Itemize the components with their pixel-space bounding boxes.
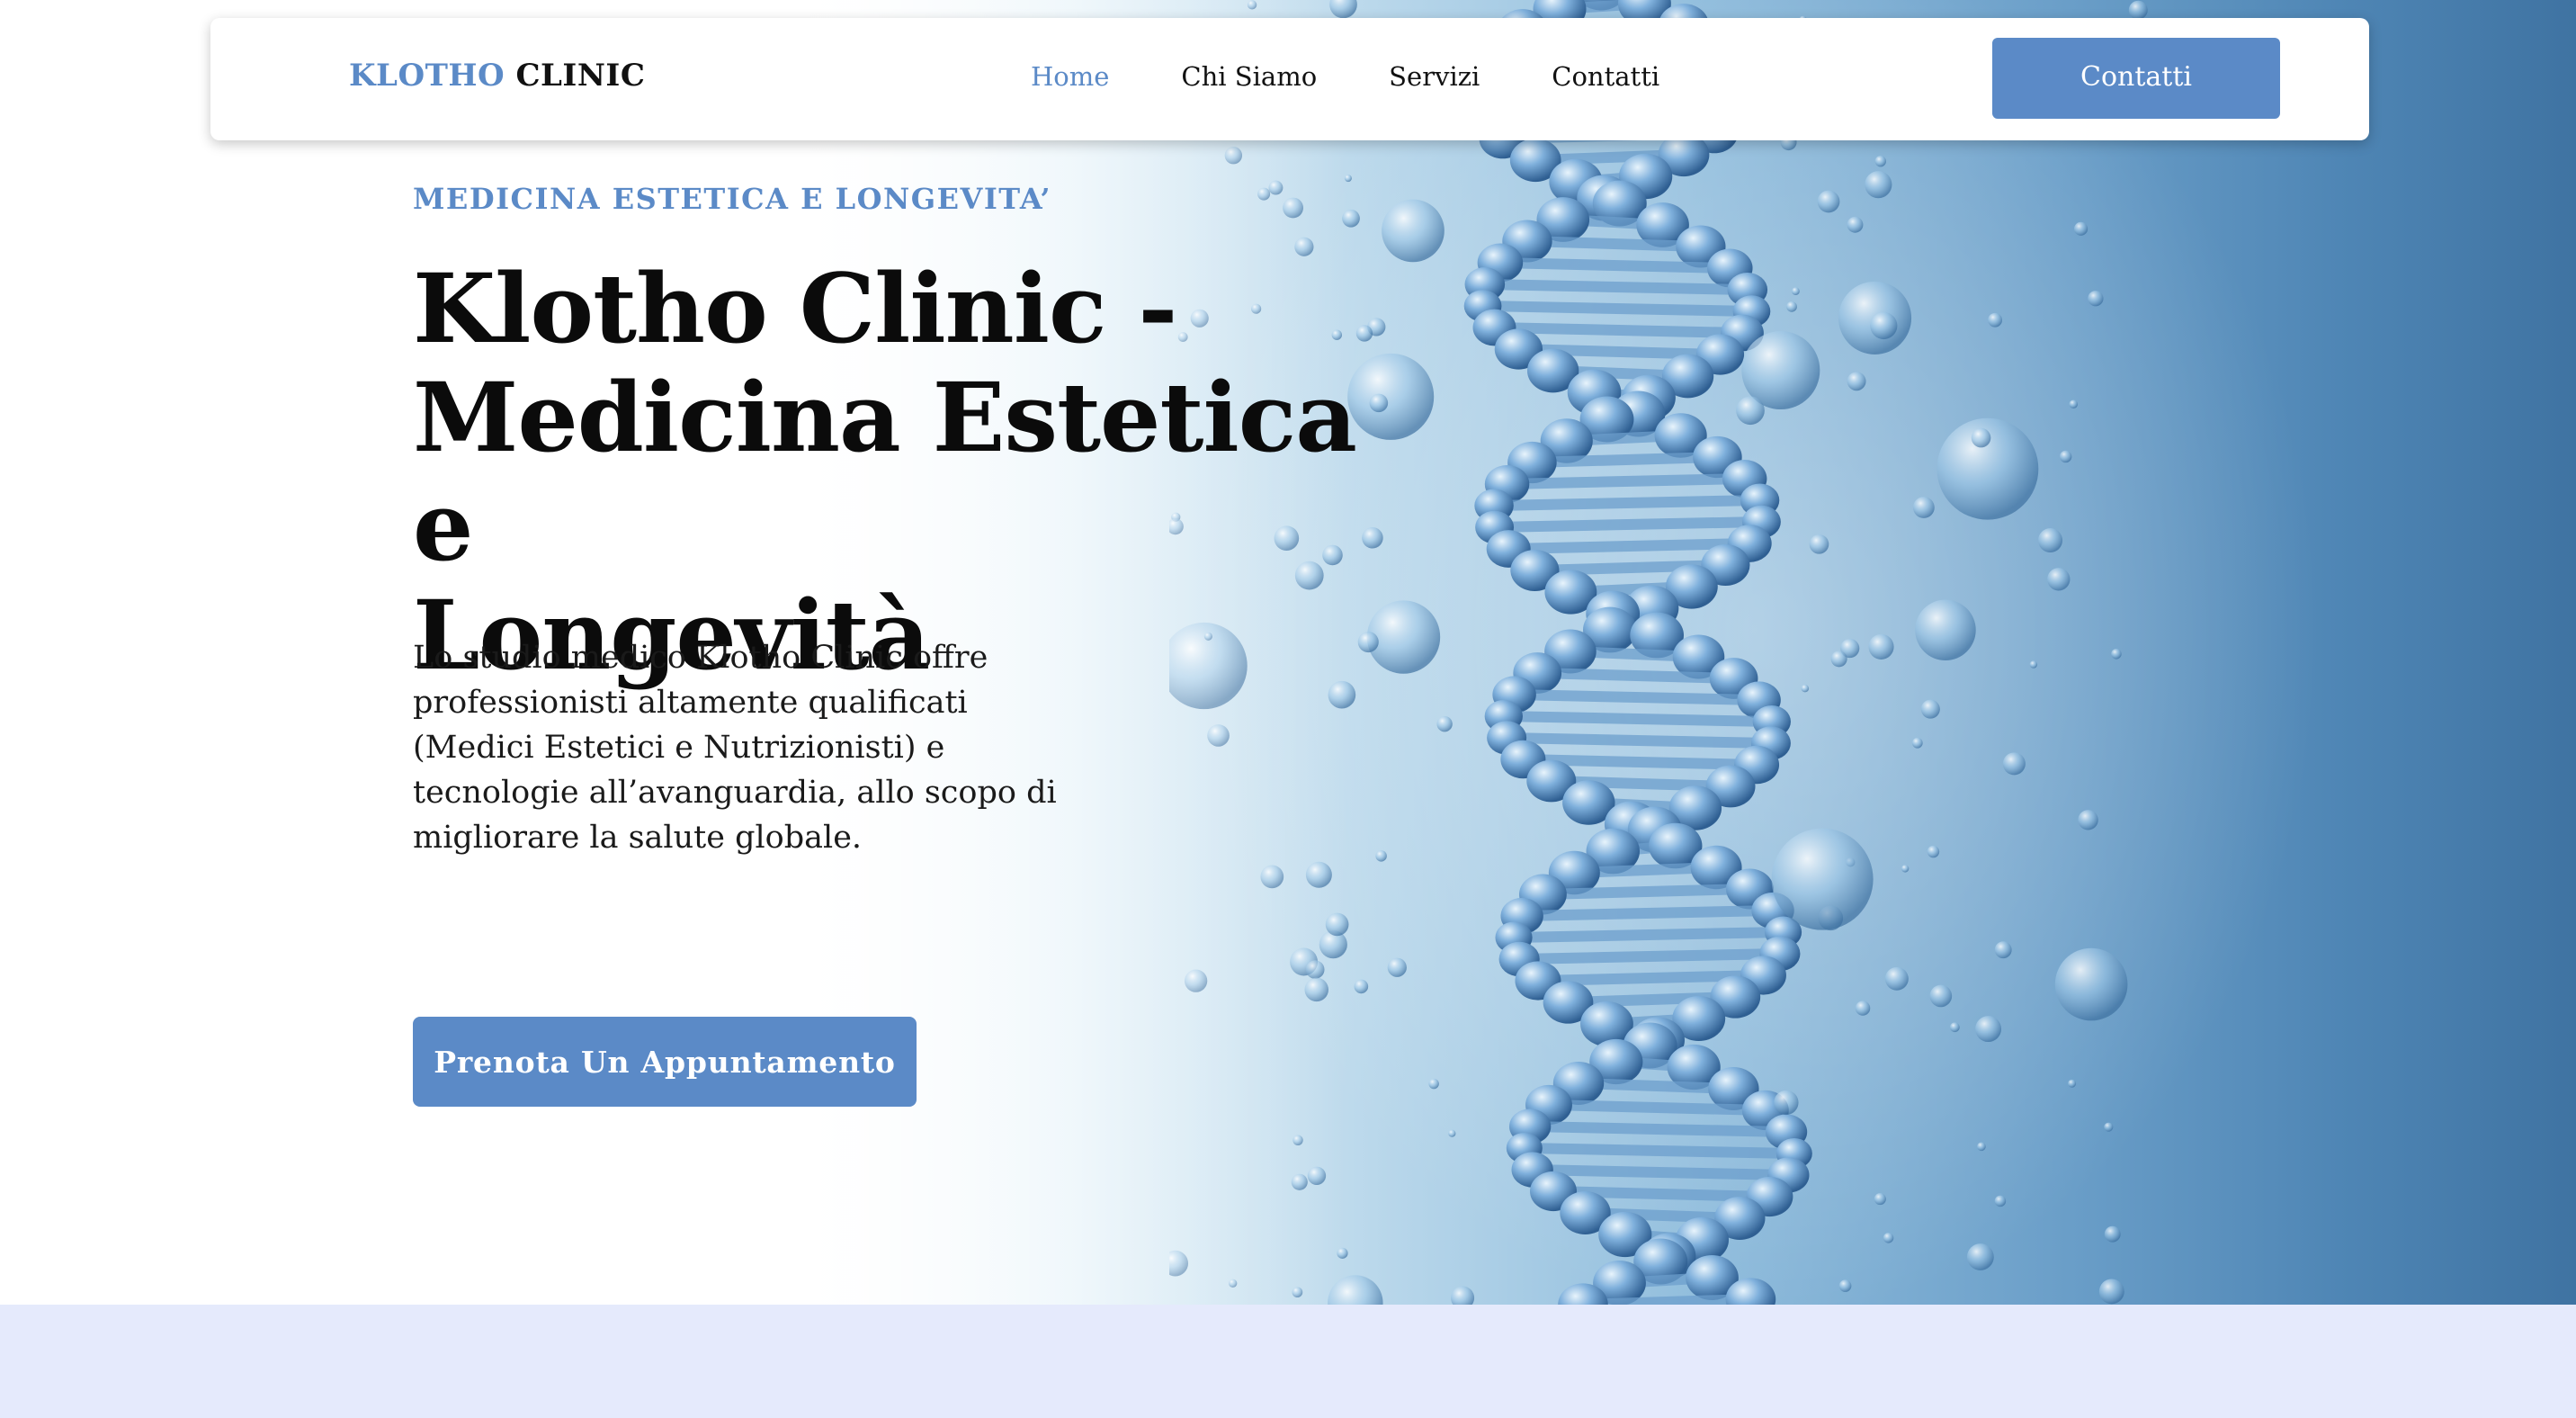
next-section-band [0, 1305, 2576, 1418]
hero-headline-line2: Medicina Estetica e [413, 361, 1357, 582]
hero-eyebrow: MEDICINA ESTETICA E LONGEVITA’ [413, 182, 1052, 216]
top-navbar: KLOTHO CLINIC Home Chi Siamo Servizi Con… [210, 18, 2369, 140]
nav-link-contatti[interactable]: Contatti [1552, 61, 1659, 92]
book-appointment-button[interactable]: Prenota Un Appuntamento [413, 1017, 917, 1107]
nav-link-chi-siamo[interactable]: Chi Siamo [1181, 61, 1317, 92]
logo-word-klotho: KLOTHO [349, 58, 505, 94]
nav-link-servizi[interactable]: Servizi [1389, 61, 1480, 92]
logo-word-clinic: CLINIC [515, 58, 646, 94]
contact-button[interactable]: Contatti [1992, 38, 2280, 119]
hero-headline: Klotho Clinic - Medicina Estetica e Long… [413, 254, 1402, 689]
hero-section: MEDICINA ESTETICA E LONGEVITA’ Klotho Cl… [0, 0, 2576, 1305]
hero-intro-text: Lo studio medico Klotho Clinic offre pro… [413, 640, 1057, 856]
site-logo[interactable]: KLOTHO CLINIC [349, 58, 645, 94]
nav-link-home[interactable]: Home [1031, 61, 1109, 92]
nav-links: Home Chi Siamo Servizi Contatti [1031, 61, 1731, 92]
hero-headline-line1: Klotho Clinic - [413, 252, 1177, 364]
